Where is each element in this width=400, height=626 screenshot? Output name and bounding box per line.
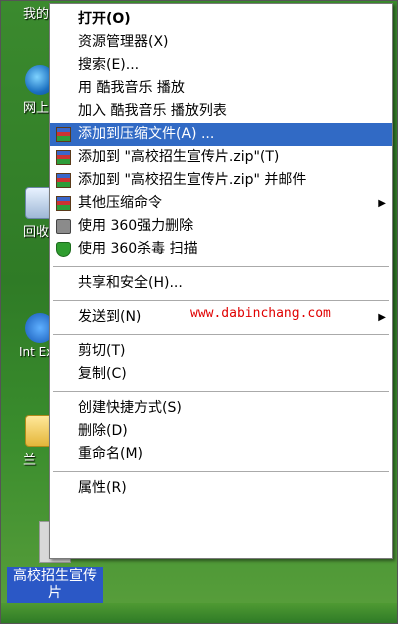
menu-item-360-shred[interactable]: 使用 360强力删除 <box>50 215 392 238</box>
menu-item-label: 删除(D) <box>78 423 128 439</box>
menu-item-label: 用 酷我音乐 播放 <box>78 80 185 96</box>
menu-item-play-kuwo[interactable]: 用 酷我音乐 播放 <box>50 77 392 100</box>
winrar-icon <box>56 127 71 142</box>
shredder-icon <box>56 219 71 234</box>
menu-item-copy[interactable]: 复制(C) <box>50 363 392 386</box>
menu-item-360-scan[interactable]: 使用 360杀毒 扫描 <box>50 238 392 261</box>
menu-item-cut[interactable]: 剪切(T) <box>50 340 392 363</box>
menu-separator <box>53 471 389 472</box>
menu-item-create-shortcut[interactable]: 创建快捷方式(S) <box>50 397 392 420</box>
menu-item-explorer[interactable]: 资源管理器(X) <box>50 31 392 54</box>
desktop-bottom-strip <box>1 603 397 623</box>
menu-item-add-to-archive[interactable]: 添加到压缩文件(A) ... <box>50 123 392 146</box>
menu-item-label: 添加到 "高校招生宣传片.zip"(T) <box>78 149 280 165</box>
menu-item-search[interactable]: 搜索(E)... <box>50 54 392 77</box>
menu-item-label: 其他压缩命令 <box>78 195 162 211</box>
menu-item-label: 资源管理器(X) <box>78 34 169 50</box>
menu-item-label: 添加到压缩文件(A) ... <box>78 126 215 142</box>
menu-item-label: 创建快捷方式(S) <box>78 400 182 416</box>
menu-item-label: 重命名(M) <box>78 446 144 462</box>
menu-item-delete[interactable]: 删除(D) <box>50 420 392 443</box>
screenshot-frame: 我的 网上 回收 Int Expl 兰 高校招生宣传片 打开(O) 资源管理器(… <box>0 0 398 624</box>
menu-item-label: 剪切(T) <box>78 343 126 359</box>
menu-item-label: 复制(C) <box>78 366 127 382</box>
menu-item-label: 发送到(N) <box>78 309 142 325</box>
menu-item-label: 使用 360强力删除 <box>78 218 194 234</box>
shield-icon <box>56 242 71 257</box>
menu-item-add-to-zip-email[interactable]: 添加到 "高校招生宣传片.zip" 并邮件 <box>50 169 392 192</box>
menu-separator <box>53 300 389 301</box>
watermark-text: www.dabinchang.com <box>190 306 331 321</box>
menu-item-rename[interactable]: 重命名(M) <box>50 443 392 466</box>
selected-file-label: 高校招生宣传片 <box>7 567 103 603</box>
winrar-icon <box>56 173 71 188</box>
menu-item-label: 打开(O) <box>78 11 131 27</box>
menu-item-other-compress[interactable]: 其他压缩命令 ▶ <box>50 192 392 215</box>
winrar-icon <box>56 150 71 165</box>
menu-item-properties[interactable]: 属性(R) <box>50 477 392 500</box>
menu-item-label: 添加到 "高校招生宣传片.zip" 并邮件 <box>78 172 307 188</box>
menu-item-add-to-zip[interactable]: 添加到 "高校招生宣传片.zip"(T) <box>50 146 392 169</box>
winrar-icon <box>56 196 71 211</box>
context-menu: 打开(O) 资源管理器(X) 搜索(E)... 用 酷我音乐 播放 加入 酷我音… <box>49 3 393 559</box>
menu-separator <box>53 266 389 267</box>
menu-item-add-kuwo-playlist[interactable]: 加入 酷我音乐 播放列表 <box>50 100 392 123</box>
menu-item-label: 加入 酷我音乐 播放列表 <box>78 103 227 119</box>
menu-separator <box>53 334 389 335</box>
menu-item-label: 属性(R) <box>78 480 127 496</box>
submenu-arrow-icon: ▶ <box>378 312 386 323</box>
menu-item-sharing[interactable]: 共享和安全(H)... <box>50 272 392 295</box>
menu-item-label: 搜索(E)... <box>78 57 140 73</box>
submenu-arrow-icon: ▶ <box>378 198 386 209</box>
menu-item-open[interactable]: 打开(O) <box>50 8 392 31</box>
menu-separator <box>53 391 389 392</box>
menu-item-label: 使用 360杀毒 扫描 <box>78 241 198 257</box>
menu-item-label: 共享和安全(H)... <box>78 275 183 291</box>
